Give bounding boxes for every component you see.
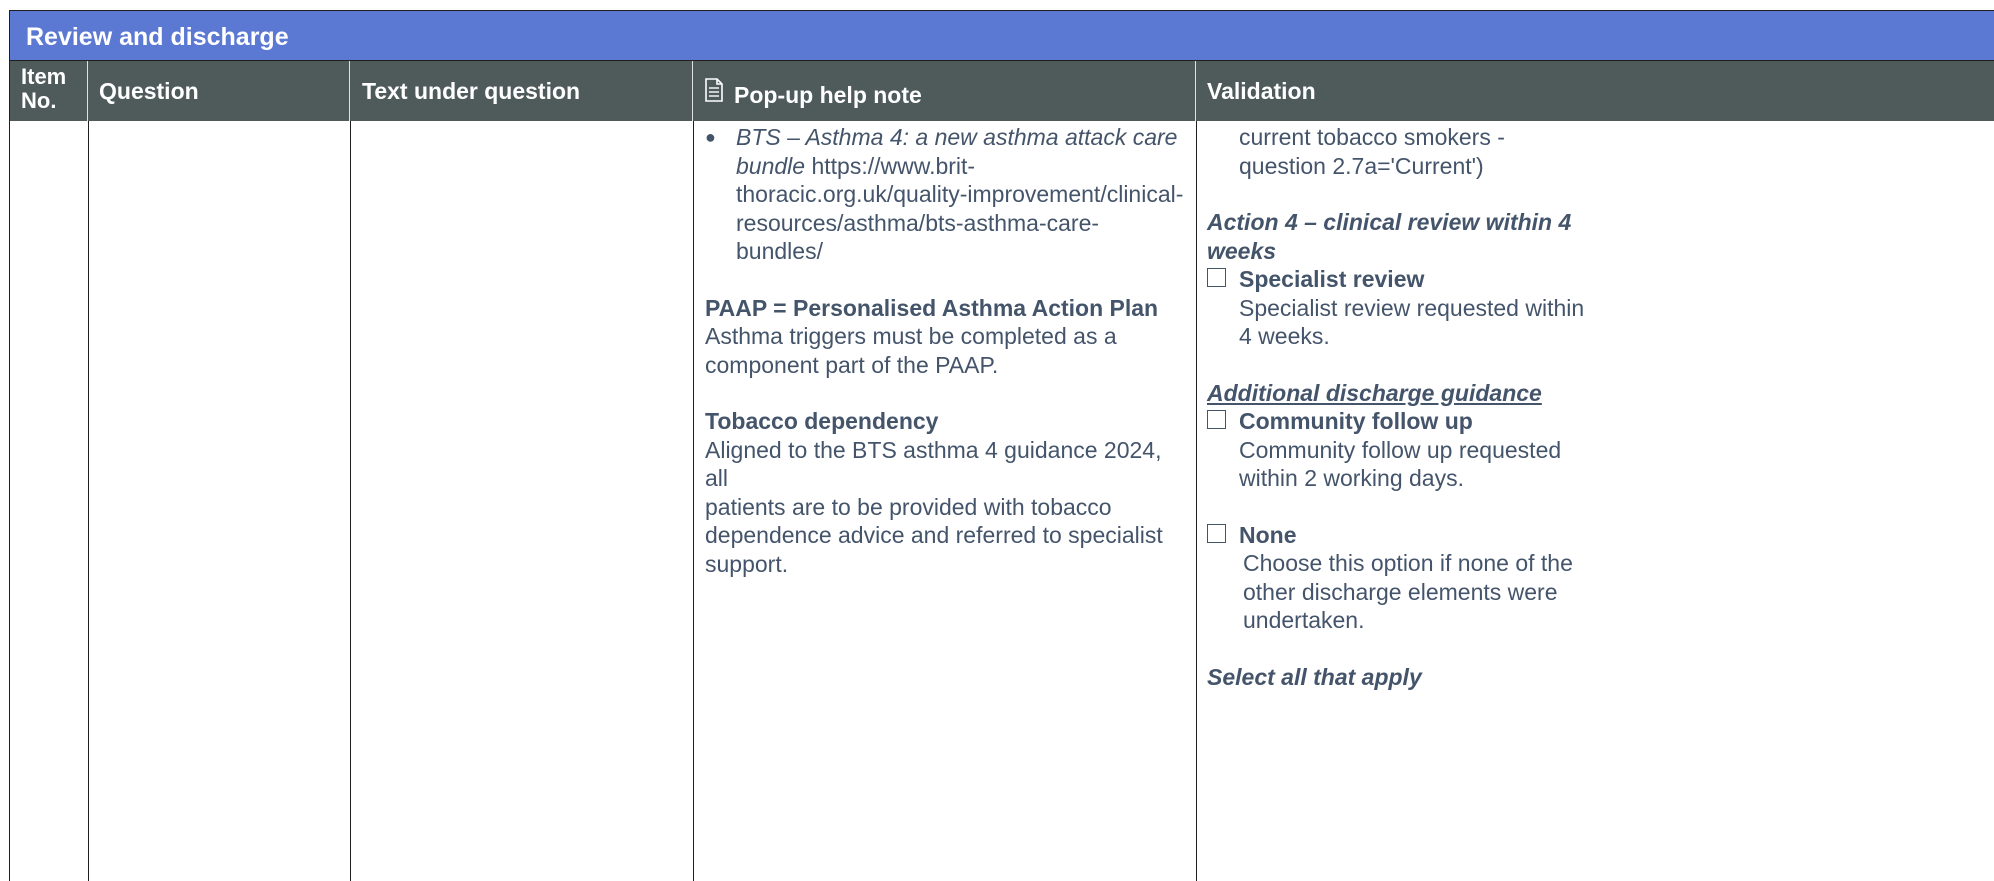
header-help-note: Pop-up help note (693, 61, 1196, 121)
specialist-review-desc: 4 weeks. (1239, 323, 1330, 349)
tobacco-text: support. (705, 550, 789, 577)
paap-heading: PAAP = Personalised Asthma Action Plan (705, 294, 1159, 321)
validation-text: question 2.7a='Current') (1239, 152, 1484, 179)
header-question: Question (88, 61, 350, 121)
header-text-under-question: Text under question (350, 61, 693, 121)
header-validation: Validation (1196, 61, 1994, 121)
action4-heading: weeks (1207, 237, 1277, 264)
none-option[interactable]: None Choose this option if none of the o… (1207, 521, 1987, 635)
header-item-no-line1: Item (21, 64, 67, 89)
none-desc: Choose this option if none of the (1243, 550, 1573, 576)
header-item-no: Item No. (10, 61, 88, 121)
none-label: None (1239, 521, 1297, 548)
checkbox-icon[interactable] (1207, 410, 1226, 429)
tobacco-text: dependence advice and referred to specia… (705, 522, 1163, 548)
action4-heading: Action 4 – clinical review within 4 (1207, 209, 1572, 235)
reference-bullet-item: ● BTS – Asthma 4: a new asthma attack ca… (705, 123, 1185, 266)
specialist-review-desc: Specialist review requested within (1239, 294, 1585, 321)
additional-guidance-heading: Additional discharge guidance (1207, 379, 1542, 406)
specialist-review-label: Specialist review (1239, 266, 1425, 292)
column-divider (1196, 121, 1197, 881)
paap-text: component part of the PAAP. (705, 351, 999, 378)
none-desc: undertaken. (1243, 607, 1365, 633)
header-validation-label: Validation (1207, 78, 1316, 104)
header-text-under-question-label: Text under question (362, 78, 581, 104)
validation-cell: current tobacco smokers - question 2.7a=… (1207, 123, 1987, 691)
validation-text: current tobacco smokers - (1239, 124, 1505, 150)
table-body-row: ● BTS – Asthma 4: a new asthma attack ca… (9, 121, 1994, 881)
specialist-review-option[interactable]: Specialist review Specialist review requ… (1207, 265, 1987, 351)
community-follow-up-option[interactable]: Community follow up Community follow up … (1207, 407, 1987, 493)
reference-url-part: resources/asthma/bts-asthma-care-bundles… (736, 209, 1100, 265)
tobacco-text: patients are to be provided with tobacco (705, 493, 1112, 520)
checkbox-icon[interactable] (1207, 268, 1226, 287)
bullet-icon: ● (705, 127, 716, 147)
column-divider (88, 121, 89, 881)
header-item-no-line2: No. (21, 88, 57, 113)
section-title-bar: Review and discharge (9, 10, 1994, 61)
help-note-cell: ● BTS – Asthma 4: a new asthma attack ca… (705, 123, 1185, 578)
tobacco-text: Aligned to the BTS asthma 4 guidance 202… (705, 436, 1162, 492)
table-header-row: Item No. Question Text under question Po… (9, 61, 1994, 121)
column-divider (693, 121, 694, 881)
header-help-note-label: Pop-up help note (734, 82, 922, 108)
tobacco-heading: Tobacco dependency (705, 408, 939, 434)
checkbox-icon[interactable] (1207, 523, 1226, 543)
paap-text: Asthma triggers must be completed as a (705, 323, 1117, 349)
validation-continued-text: current tobacco smokers - question 2.7a=… (1207, 123, 1987, 180)
select-all-note: Select all that apply (1207, 663, 1422, 690)
document-icon (705, 78, 723, 108)
reference-url-part: https://www.brit- (811, 152, 976, 179)
community-follow-up-desc: within 2 working days. (1239, 465, 1464, 491)
review-and-discharge-table: Review and discharge Item No. Question T… (9, 10, 1994, 881)
community-follow-up-desc: Community follow up requested (1239, 436, 1562, 463)
header-question-label: Question (99, 78, 199, 104)
section-title: Review and discharge (26, 23, 289, 51)
column-divider (350, 121, 351, 881)
none-desc: other discharge elements were (1243, 578, 1558, 605)
reference-url-part: thoracic.org.uk/quality-improvement/clin… (736, 181, 1184, 207)
community-follow-up-label: Community follow up (1239, 408, 1473, 434)
